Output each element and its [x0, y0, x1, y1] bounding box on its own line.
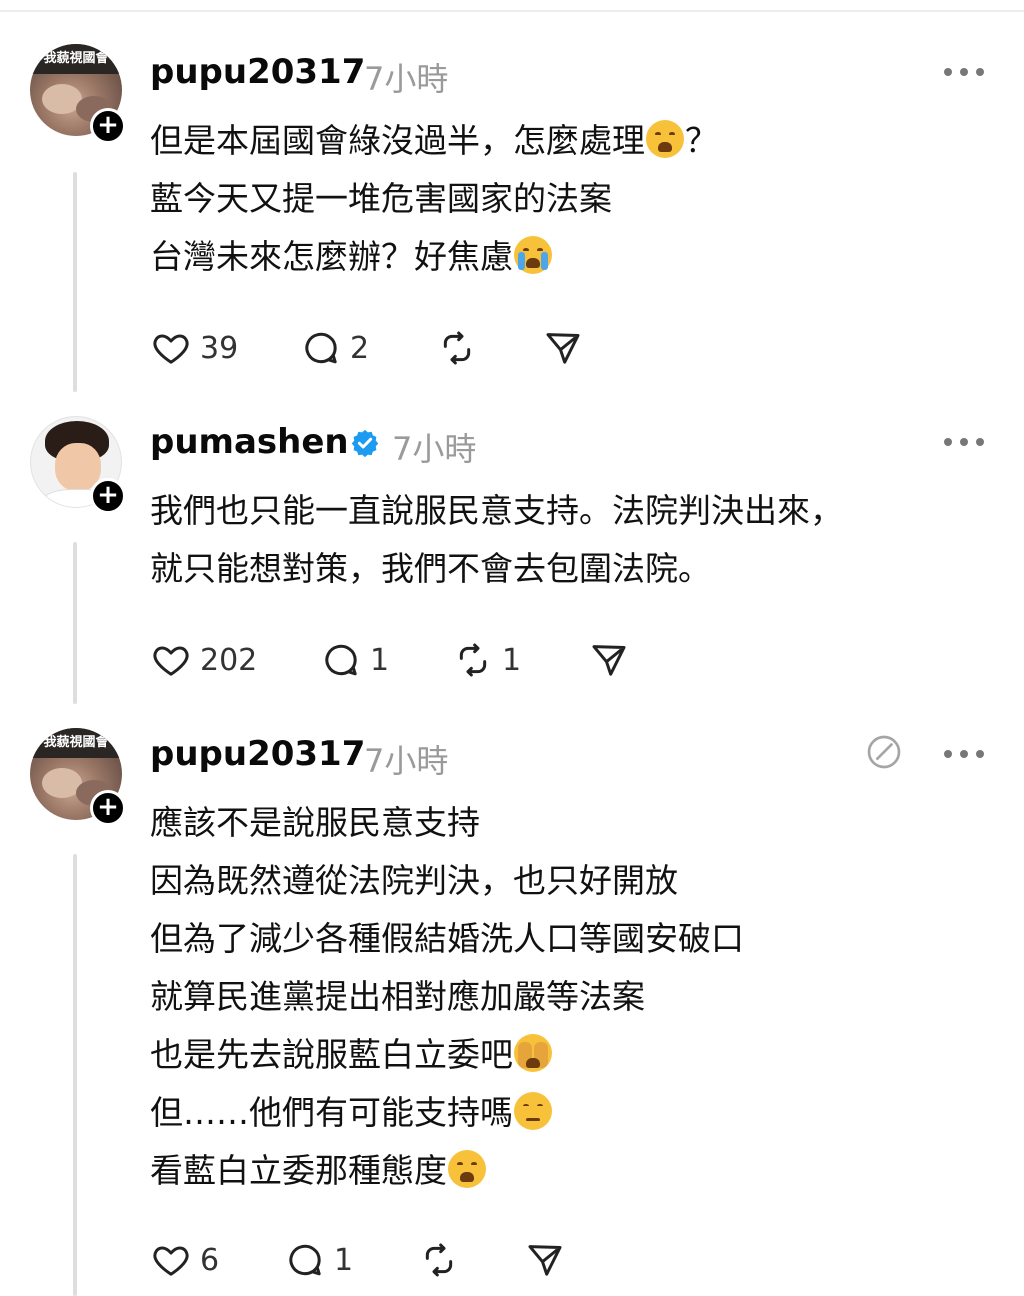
like-count: 6	[200, 1242, 220, 1278]
repost-icon	[425, 1243, 453, 1277]
verified-badge-icon	[351, 429, 379, 458]
post-body: 應該不是說服民意支持 因為既然遵從法院判決，也只好開放 但為了減少各種假結婚洗人…	[150, 794, 744, 1200]
heart-icon	[153, 334, 189, 364]
post-line: 也是先去說服藍白立委吧	[150, 1026, 744, 1084]
action-bar: 39 2	[150, 328, 750, 368]
post-line: 但……他們有可能支持嗎	[150, 1084, 744, 1142]
post-line: 但是本屆國會綠沒過半，怎麼處理？	[150, 120, 718, 160]
repost-count: 1	[502, 642, 522, 678]
top-divider	[0, 10, 1024, 12]
reply-count: 1	[370, 642, 390, 678]
timestamp: 7小時	[364, 742, 449, 780]
action-bar: 202 1 1	[150, 640, 750, 680]
post-line: 就只能想對策，我們不會去包圍法院。	[150, 549, 711, 588]
username[interactable]: pupu20317	[150, 734, 365, 774]
send-icon	[546, 333, 580, 364]
post-line: 藍今天又提一堆危害國家的法案	[150, 179, 612, 218]
post-body: 我們也只能一直說服民意支持。法院判決出來， 就只能想對策，我們不會去包圍法院。	[150, 482, 843, 598]
loudly-crying-face-icon	[514, 236, 552, 274]
comment-icon	[305, 332, 337, 364]
post-line: 但為了減少各種假結婚洗人口等國安破口	[150, 919, 744, 958]
thread-line	[73, 854, 77, 1296]
timestamp: 7小時	[392, 430, 477, 468]
send-icon	[528, 1245, 562, 1276]
post-line: 看藍白立委那種態度	[150, 1142, 744, 1200]
share-button[interactable]	[588, 640, 630, 680]
weary-face-icon	[448, 1150, 486, 1188]
send-icon	[592, 645, 626, 676]
share-button[interactable]	[542, 328, 584, 368]
avatar-banner-text: 我藐視國會	[30, 728, 122, 758]
like-count: 202	[200, 642, 258, 678]
username[interactable]: pumashen	[150, 422, 349, 462]
follow-plus-button[interactable]: +	[90, 790, 126, 826]
post-body: 但是本屆國會綠沒過半，怎麼處理？ 藍今天又提一堆危害國家的法案 台灣未來怎麼辦？…	[150, 112, 718, 286]
reply-count: 1	[334, 1242, 354, 1278]
follow-plus-button[interactable]: +	[90, 478, 126, 514]
avatar-banner-text: 我藐視國會	[30, 44, 122, 74]
repost-button[interactable]: 1	[452, 640, 521, 680]
like-button[interactable]: 6	[150, 1240, 219, 1280]
post-line: 因為既然遵從法院判決，也只好開放	[150, 861, 678, 900]
like-count: 39	[200, 330, 239, 366]
edit-circle-icon[interactable]	[864, 732, 904, 772]
post-line: 台灣未來怎麼辦？好焦慮	[150, 228, 718, 286]
post-line: 我們也只能一直說服民意支持。法院判決出來，	[150, 491, 843, 530]
timestamp: 7小時	[364, 60, 449, 98]
like-button[interactable]: 202	[150, 640, 257, 680]
heart-icon	[153, 646, 189, 676]
more-options-icon[interactable]	[944, 748, 988, 760]
face-with-hand-over-eyes-icon	[514, 1034, 552, 1072]
weary-face-icon	[646, 120, 684, 158]
reply-button[interactable]: 1	[284, 1240, 353, 1280]
reply-count: 2	[350, 330, 370, 366]
post-line: 應該不是說服民意支持	[150, 803, 480, 842]
heart-icon	[153, 1246, 189, 1276]
like-button[interactable]: 39	[150, 328, 238, 368]
repost-button[interactable]	[418, 1240, 460, 1280]
pensive-face-icon	[514, 1092, 552, 1130]
comment-icon	[289, 1244, 321, 1276]
thread-line	[73, 542, 77, 704]
username[interactable]: pupu20317	[150, 52, 365, 92]
share-button[interactable]	[524, 1240, 566, 1280]
action-bar: 6 1	[150, 1240, 750, 1280]
repost-icon	[443, 331, 471, 365]
more-options-icon[interactable]	[944, 66, 988, 78]
thread-line	[73, 172, 77, 392]
follow-plus-button[interactable]: +	[90, 108, 126, 144]
more-options-icon[interactable]	[944, 436, 988, 448]
repost-icon	[459, 643, 487, 677]
post-line: 就算民進黨提出相對應加嚴等法案	[150, 977, 645, 1016]
reply-button[interactable]: 1	[320, 640, 389, 680]
repost-button[interactable]	[436, 328, 478, 368]
comment-icon	[325, 644, 357, 676]
reply-button[interactable]: 2	[300, 328, 369, 368]
